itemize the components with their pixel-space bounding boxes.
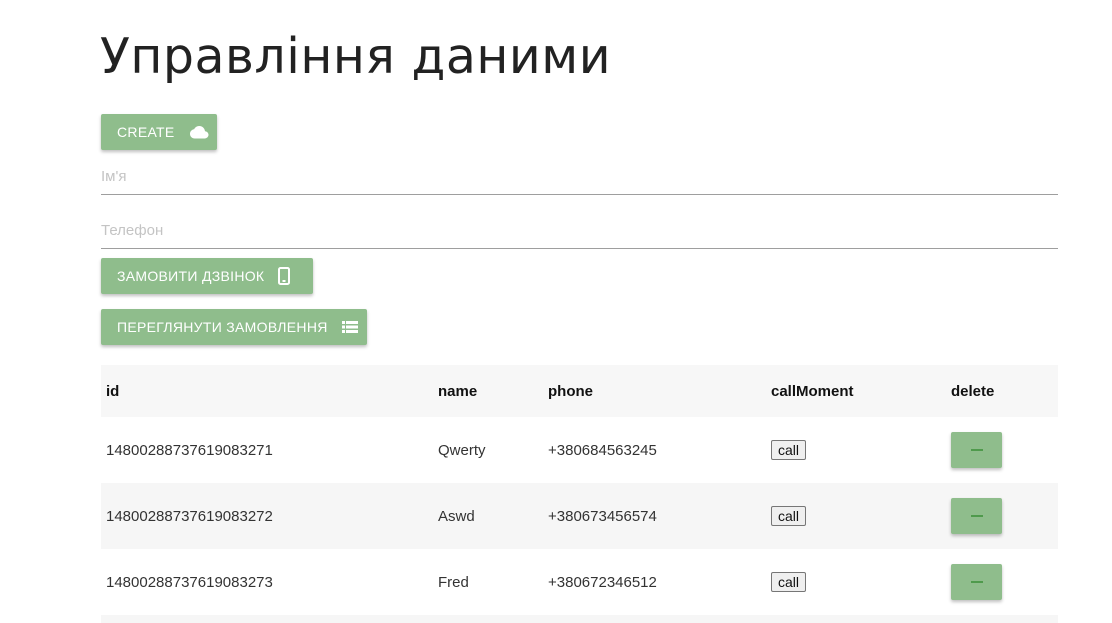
cell-id: 14800288737619083272 — [101, 483, 433, 549]
column-header-id: id — [101, 365, 433, 417]
orders-table: id name phone callMoment delete 14800288… — [101, 365, 1058, 623]
minus-icon — [970, 449, 983, 451]
view-orders-button[interactable]: ПЕРЕГЛЯНУТИ ЗАМОВЛЕННЯ — [101, 309, 367, 345]
view-orders-button-label: ПЕРЕГЛЯНУТИ ЗАМОВЛЕННЯ — [117, 319, 328, 335]
table-row: 14800288737619083273 Fred +380672346512 … — [101, 549, 1058, 615]
delete-button[interactable] — [951, 432, 1002, 468]
table-row: 14800288737619083272 Aswd +380673456574 … — [101, 483, 1058, 549]
create-button-label: CREATE — [117, 124, 175, 140]
cell-name: Fred — [433, 549, 543, 615]
column-header-delete: delete — [946, 365, 1058, 417]
call-button[interactable]: call — [771, 572, 807, 592]
name-field[interactable] — [101, 158, 1058, 195]
column-header-callmoment: callMoment — [766, 365, 946, 417]
page: Управління даними CREATE ЗАМОВИТИ ДЗВІНО… — [0, 0, 1112, 623]
cell-id: 14800288737619083273 — [101, 549, 433, 615]
cell-delete — [946, 483, 1058, 549]
phone-icon — [278, 267, 291, 285]
request-call-button-label: ЗАМОВИТИ ДЗВІНОК — [117, 268, 265, 284]
delete-button[interactable] — [951, 564, 1002, 600]
call-button[interactable]: call — [771, 506, 807, 526]
page-title: Управління даними — [100, 28, 612, 85]
cell-callmoment: call — [766, 483, 946, 549]
cell-callmoment: call — [766, 417, 946, 483]
minus-icon — [970, 581, 983, 583]
delete-button[interactable] — [951, 498, 1002, 534]
cell-id: 14800288737619083271 — [101, 417, 433, 483]
call-button[interactable]: call — [771, 440, 807, 460]
table-row-partial — [101, 615, 1058, 623]
minus-icon — [970, 515, 983, 517]
cloud-icon — [189, 125, 209, 139]
name-input[interactable] — [101, 158, 1058, 194]
phone-field[interactable] — [101, 212, 1058, 249]
partial-row-cell — [101, 615, 1058, 623]
cell-name: Aswd — [433, 483, 543, 549]
table-row: 14800288737619083271 Qwerty +38068456324… — [101, 417, 1058, 483]
cell-delete — [946, 549, 1058, 615]
cell-phone: +380673456574 — [543, 483, 766, 549]
column-header-name: name — [433, 365, 543, 417]
request-call-button[interactable]: ЗАМОВИТИ ДЗВІНОК — [101, 258, 313, 294]
table-header-row: id name phone callMoment delete — [101, 365, 1058, 417]
create-button[interactable]: CREATE — [101, 114, 217, 150]
cell-name: Qwerty — [433, 417, 543, 483]
column-header-phone: phone — [543, 365, 766, 417]
cell-phone: +380672346512 — [543, 549, 766, 615]
cell-delete — [946, 417, 1058, 483]
list-icon — [341, 321, 358, 333]
cell-phone: +380684563245 — [543, 417, 766, 483]
phone-input[interactable] — [101, 212, 1058, 248]
cell-callmoment: call — [766, 549, 946, 615]
